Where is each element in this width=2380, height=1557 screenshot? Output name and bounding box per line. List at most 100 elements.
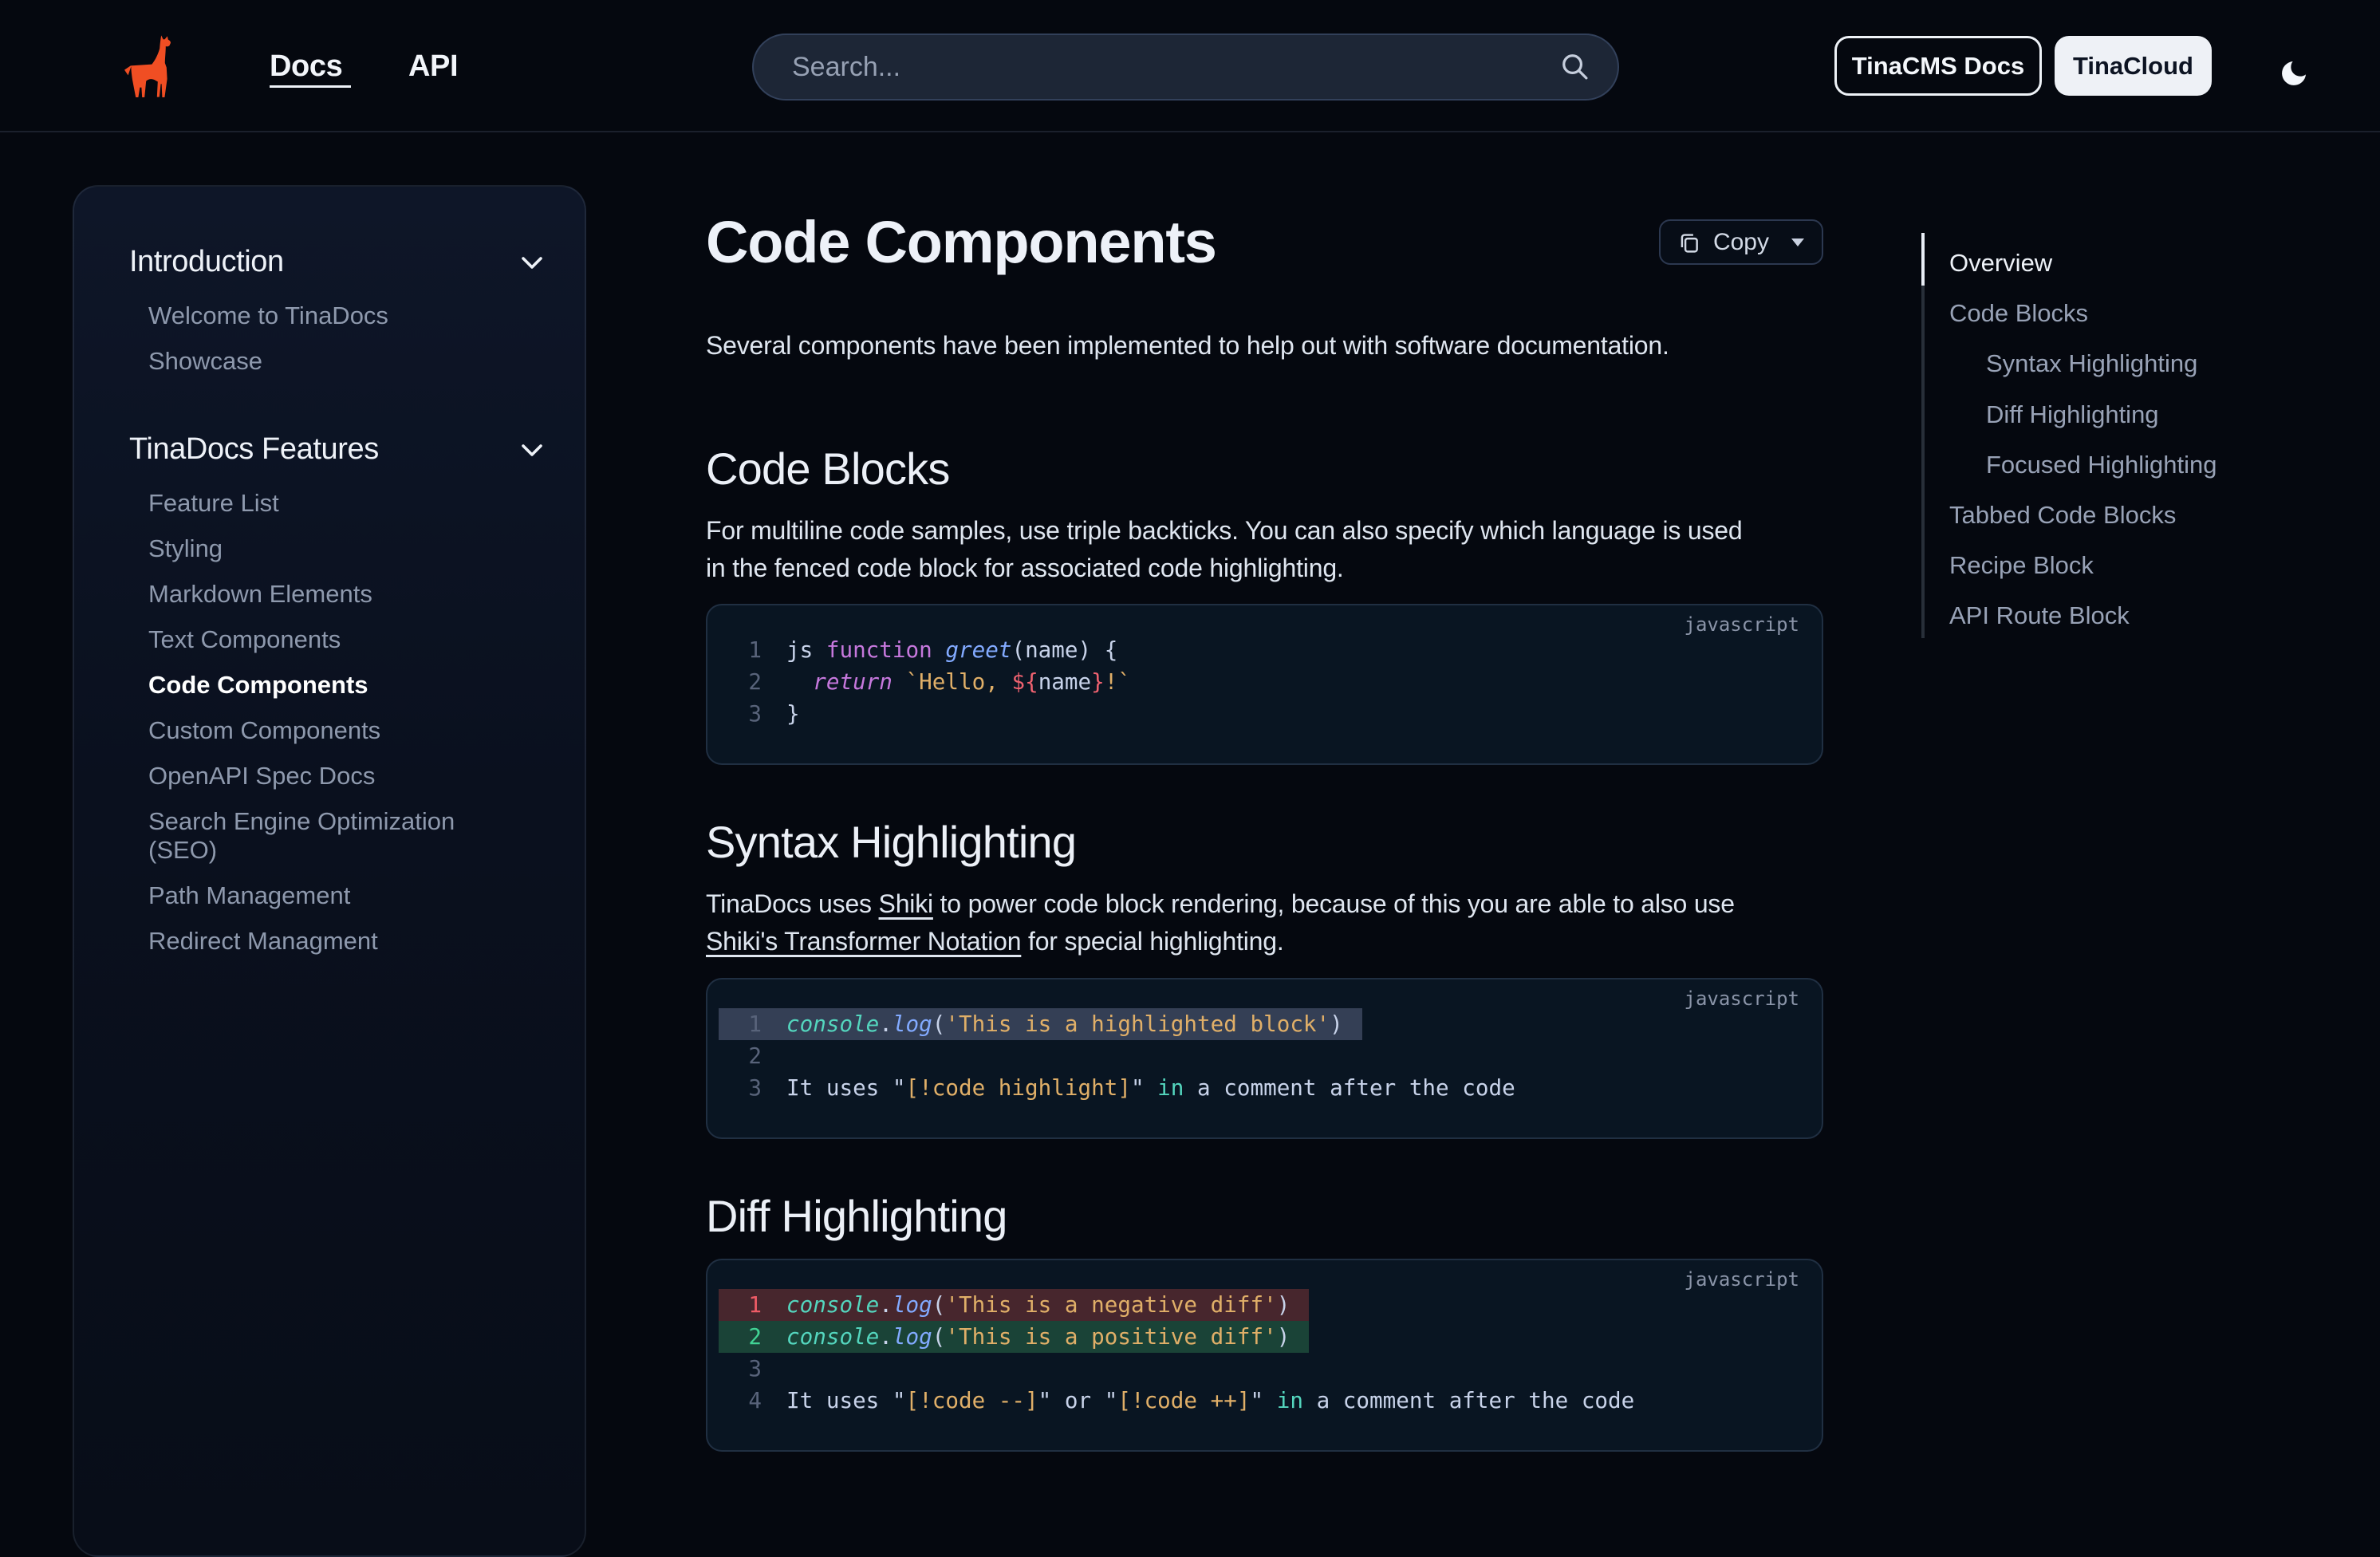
sidebar-item-showcase[interactable]: Showcase: [148, 347, 499, 376]
code-language-label: javascript: [1685, 1268, 1800, 1291]
sidebar-section-header[interactable]: Introduction: [129, 241, 543, 282]
section-heading: Code Blocks: [706, 440, 1823, 498]
code-token: [786, 668, 813, 695]
code-token: log: [892, 1323, 932, 1350]
code-token: console: [786, 1291, 879, 1318]
paragraph-line: TinaDocs uses Shiki to power code block …: [706, 885, 1823, 923]
code-text: It uses "[!code highlight]" in a comment…: [786, 1072, 1515, 1104]
code-token: ): [1330, 1011, 1343, 1037]
code-line: 3 It uses "[!code highlight]" in a commen…: [719, 1072, 1822, 1104]
copy-button-label: Copy: [1713, 229, 1769, 256]
code-token: It uses ": [786, 1074, 906, 1101]
nav-tab-api[interactable]: API: [408, 49, 458, 84]
sidebar-item-search-engine-optimization-seo-[interactable]: Search Engine Optimization (SEO): [148, 807, 499, 865]
code-line: 4It uses "[!code --]" or "[!code ++]" in…: [719, 1385, 1822, 1417]
code-token: (: [932, 1011, 946, 1037]
code-lines: 1console.log('This is a negative diff')2…: [707, 1260, 1822, 1450]
search-icon: [1560, 52, 1590, 82]
sidebar-section-title: TinaDocs Features: [129, 428, 379, 470]
toc-item-overview[interactable]: Overview: [1949, 249, 2368, 278]
line-number: 3: [719, 698, 762, 730]
code-language-label: javascript: [1685, 613, 1800, 636]
code-token: ): [1277, 1291, 1290, 1318]
sidebar-item-text-components[interactable]: Text Components: [148, 625, 499, 654]
code-block: javascript1console.log('This is a highli…: [706, 978, 1823, 1139]
line-number: 3: [719, 1072, 762, 1104]
section-heading: Syntax Highlighting: [706, 814, 1823, 871]
code-text: }: [786, 698, 800, 730]
copy-button[interactable]: Copy: [1659, 219, 1823, 265]
copy-dropdown-caret-icon[interactable]: [1791, 238, 1804, 246]
toc-rail: [1921, 233, 1925, 638]
sidebar-item-list: Welcome to TinaDocs Showcase: [148, 302, 543, 376]
sidebar-item-list: Feature List Styling Markdown Elements Text…: [148, 489, 543, 956]
code-text: console.log('This is a positive diff'): [786, 1321, 1290, 1353]
code-line: 3}: [719, 698, 1822, 730]
code-text: return `Hello, ${name}!`: [786, 666, 1131, 698]
text-link[interactable]: Shiki's Transformer Notation: [706, 927, 1021, 956]
code-token: .: [879, 1323, 892, 1350]
toc-item-api-route-block[interactable]: API Route Block: [1949, 601, 2368, 630]
code-lines: 1js function greet(name) {2 return `Hell…: [707, 605, 1822, 763]
tina-llama-logo[interactable]: [124, 35, 171, 98]
search-input[interactable]: Search...: [752, 34, 1619, 101]
toc-item-syntax-highlighting[interactable]: Syntax Highlighting: [1949, 349, 2368, 378]
paragraph-line: in the fenced code block for associated …: [706, 550, 1823, 587]
sidebar-item-welcome-to-tinadocs[interactable]: Welcome to TinaDocs: [148, 302, 499, 330]
chevron-down-icon[interactable]: [521, 435, 543, 464]
sidebar-item-path-management[interactable]: Path Management: [148, 881, 499, 910]
toc-item-recipe-block[interactable]: Recipe Block: [1949, 551, 2368, 580]
code-token: [!code --]: [906, 1387, 1038, 1413]
toc-item-code-blocks[interactable]: Code Blocks: [1949, 299, 2368, 328]
code-block: javascript1js function greet(name) {2 re…: [706, 604, 1823, 765]
code-token: log: [892, 1291, 932, 1318]
code-token: log: [892, 1011, 932, 1037]
code-token: }: [1091, 668, 1105, 695]
line-number: 3: [719, 1353, 762, 1385]
code-token: ": [1131, 1074, 1157, 1101]
code-token: a comment after the code: [1184, 1074, 1515, 1101]
code-line: 1js function greet(name) {: [719, 634, 1822, 666]
sidebar-item-styling[interactable]: Styling: [148, 534, 499, 563]
text-link[interactable]: Shiki: [879, 889, 933, 918]
section-heading: Diff Highlighting: [706, 1188, 1823, 1245]
line-number: 2: [719, 666, 762, 698]
line-number: 2: [719, 1040, 762, 1072]
tinacloud-button[interactable]: TinaCloud: [2055, 36, 2212, 96]
code-block: javascript1console.log('This is a negati…: [706, 1259, 1823, 1452]
code-token: " or ": [1038, 1387, 1118, 1413]
sidebar-item-code-components[interactable]: Code Components: [148, 671, 499, 700]
page-title: Code Components: [706, 207, 1823, 278]
code-line: 2console.log('This is a positive diff'): [719, 1321, 1309, 1353]
code-text: console.log('This is a negative diff'): [786, 1289, 1290, 1321]
nav-tab-docs[interactable]: Docs: [270, 49, 342, 84]
code-line: 3: [719, 1353, 1822, 1385]
code-token: function: [826, 637, 932, 663]
chevron-down-icon[interactable]: [521, 247, 543, 277]
code-token: (: [932, 1323, 946, 1350]
dark-mode-toggle-moon-icon[interactable]: [2278, 57, 2310, 89]
code-line: 2 return `Hello, ${name}!`: [719, 666, 1822, 698]
code-token: console: [786, 1011, 879, 1037]
sidebar-section-header[interactable]: TinaDocs Features: [129, 428, 543, 470]
toc-item-diff-highlighting[interactable]: Diff Highlighting: [1949, 400, 2368, 429]
code-token: greet: [945, 637, 1011, 663]
code-line: 2: [719, 1040, 1822, 1072]
sidebar-item-custom-components[interactable]: Custom Components: [148, 716, 499, 745]
code-token: [932, 637, 946, 663]
table-of-contents: Overview Code Blocks Syntax Highlighting Di…: [1921, 233, 2368, 652]
code-token: console: [786, 1323, 879, 1350]
sidebar: Introduction Welcome to TinaDocs Showcase T…: [73, 185, 586, 1557]
nav-tab-docs-underline: [270, 85, 351, 88]
sidebar-item-redirect-managment[interactable]: Redirect Managment: [148, 927, 499, 956]
main-content: Code Components Copy Several components …: [706, 132, 1823, 1452]
toc-item-tabbed-code-blocks[interactable]: Tabbed Code Blocks: [1949, 501, 2368, 530]
toc-item-focused-highlighting[interactable]: Focused Highlighting: [1949, 451, 2368, 479]
sidebar-item-feature-list[interactable]: Feature List: [148, 489, 499, 518]
sidebar-item-markdown-elements[interactable]: Markdown Elements: [148, 580, 499, 609]
sidebar-item-openapi-spec-docs[interactable]: OpenAPI Spec Docs: [148, 762, 499, 790]
paragraph-line: For multiline code samples, use triple b…: [706, 512, 1823, 550]
code-token: in: [1277, 1387, 1303, 1413]
tinacms-docs-button[interactable]: TinaCMS Docs: [1834, 36, 2042, 96]
top-navbar: Docs API Search... TinaCMS Docs TinaClou…: [0, 0, 2380, 132]
